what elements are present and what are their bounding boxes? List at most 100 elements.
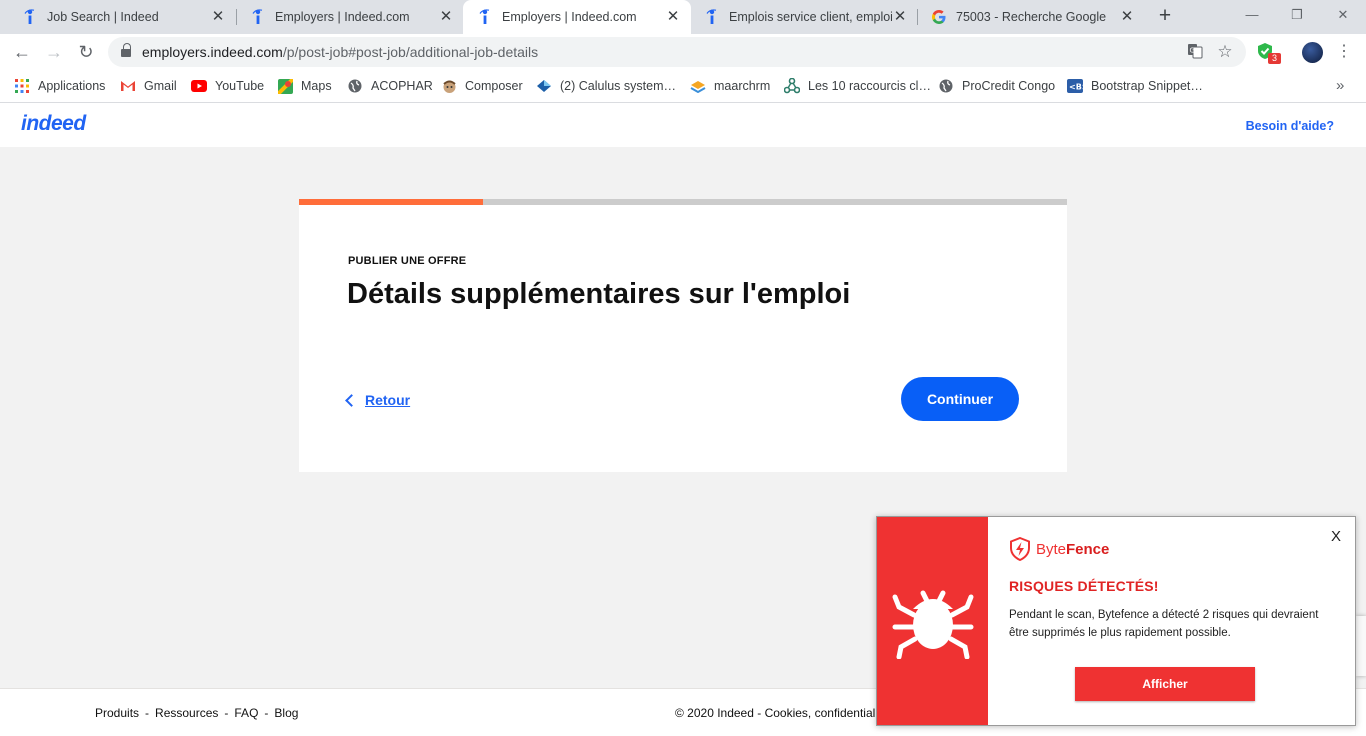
more-vert-icon[interactable]: ⋮	[1336, 41, 1352, 63]
indeed-icon	[477, 9, 493, 25]
indeed-logo[interactable]: indeed	[21, 112, 86, 136]
minimize-icon[interactable]: —	[1240, 4, 1264, 26]
popup-close-button[interactable]: X	[1329, 528, 1343, 545]
bytefence-popup: X ByteFence RISQUES DÉTECTÉS! Pendant le…	[876, 516, 1356, 726]
bookmark-acophar[interactable]: ACOPHAR	[347, 76, 433, 96]
forward-arrow-icon[interactable]: →	[42, 41, 66, 63]
browser-tab[interactable]: Employers | Indeed.com ✕	[236, 0, 464, 34]
maarch-icon	[690, 78, 706, 94]
bookmark-maps[interactable]: Maps	[277, 76, 332, 96]
indeed-icon	[22, 9, 38, 25]
window-close-icon[interactable]: ✕	[1331, 4, 1355, 26]
footer-link-produits[interactable]: Produits	[95, 706, 139, 720]
close-icon[interactable]: ✕	[665, 9, 681, 25]
translate-icon[interactable]: G	[1186, 43, 1204, 61]
lock-icon	[121, 43, 131, 58]
extension-badge: 3	[1268, 53, 1281, 64]
browser-toolbar: ← → ↻ employers.indeed.com/p/post-job#po…	[0, 34, 1366, 70]
popup-title: RISQUES DÉTECTÉS!	[1009, 578, 1159, 594]
google-icon	[931, 9, 947, 25]
browser-tab-strip: Job Search | Indeed ✕ Employers | Indeed…	[0, 0, 1366, 34]
bookmark-applications[interactable]: Applications	[14, 76, 105, 96]
bookmark-procredit[interactable]: ProCredit Congo	[938, 76, 1055, 96]
bookmark-calculus[interactable]: (2) Calulus system…	[536, 76, 676, 96]
network-icon	[784, 78, 800, 94]
browser-tab-active[interactable]: Employers | Indeed.com ✕	[463, 0, 691, 34]
bookmark-label: (2) Calulus system…	[560, 79, 676, 93]
bookmark-label: maarchrm	[714, 79, 771, 93]
avatar[interactable]	[1302, 42, 1323, 63]
post-job-card: PUBLIER UNE OFFRE Détails supplémentaire…	[299, 199, 1067, 472]
bookmark-label: Bootstrap Snippet…	[1091, 79, 1203, 93]
bookmark-composer[interactable]: Composer	[441, 76, 523, 96]
reload-icon[interactable]: ↻	[74, 41, 98, 63]
bookmark-gmail[interactable]: Gmail	[120, 76, 177, 96]
bookmark-label: Maps	[301, 79, 332, 93]
close-icon[interactable]: ✕	[210, 9, 226, 25]
lightning-shield-icon	[1010, 537, 1030, 561]
browser-tab[interactable]: 75003 - Recherche Google ✕	[917, 0, 1145, 34]
bookmark-star-icon[interactable]: ☆	[1216, 43, 1234, 61]
apps-grid-icon	[14, 78, 30, 94]
restore-icon[interactable]: ❐	[1285, 4, 1309, 26]
bytefence-wordmark: ByteFence	[1036, 540, 1110, 558]
tab-title: Employers | Indeed.com	[275, 10, 410, 24]
bookmark-label: Les 10 raccourcis cl…	[808, 79, 931, 93]
progress-bar-fill	[299, 199, 484, 205]
recaptcha-badge[interactable]	[1356, 616, 1366, 676]
bookmark-label: ProCredit Congo	[962, 79, 1056, 93]
back-link-label: Retour	[365, 392, 411, 408]
indeed-icon	[704, 9, 720, 25]
bookmarks-overflow-icon[interactable]: »	[1336, 77, 1344, 94]
globe-icon	[347, 78, 363, 94]
maps-icon	[277, 78, 293, 94]
continue-button[interactable]: Continuer	[901, 377, 1019, 421]
page-eyebrow: PUBLIER UNE OFFRE	[348, 255, 467, 267]
gmail-icon	[120, 78, 136, 94]
afficher-button[interactable]: Afficher	[1075, 667, 1255, 701]
bookmark-label: ACOPHAR	[371, 79, 433, 93]
browser-tab[interactable]: Job Search | Indeed ✕	[8, 0, 236, 34]
address-bar[interactable]: employers.indeed.com/p/post-job#post-job…	[108, 37, 1246, 67]
indeed-icon	[250, 9, 266, 25]
close-icon[interactable]: ✕	[438, 9, 454, 25]
bookmark-label: Composer	[465, 79, 523, 93]
page-title: Détails supplémentaires sur l'emploi	[347, 278, 851, 310]
footer-links: Produits - Ressources - FAQ - Blog	[95, 706, 299, 720]
back-link[interactable]: Retour	[345, 392, 411, 408]
close-icon[interactable]: ✕	[1119, 9, 1135, 25]
tab-title: 75003 - Recherche Google	[956, 10, 1107, 24]
bookmark-label: YouTube	[215, 79, 265, 93]
bookmark-raccourcis[interactable]: Les 10 raccourcis cl…	[784, 76, 931, 96]
calculus-icon	[536, 78, 552, 94]
svg-text:G: G	[1190, 47, 1195, 55]
chevron-left-icon	[345, 394, 358, 407]
svg-text:<B>: <B>	[1069, 83, 1083, 92]
copyright-text: © 2020 Indeed - Cookies, confidentiali	[675, 706, 878, 720]
footer-link-ressources[interactable]: Ressources	[155, 706, 218, 720]
tab-title: Job Search | Indeed	[47, 10, 159, 24]
bookmark-youtube[interactable]: YouTube	[191, 76, 264, 96]
tab-title: Employers | Indeed.com	[502, 10, 637, 24]
footer-link-faq[interactable]: FAQ	[234, 706, 258, 720]
progress-bar	[299, 199, 1067, 205]
bookmark-label: Gmail	[144, 79, 177, 93]
url-text: employers.indeed.com/p/post-job#post-job…	[142, 44, 539, 60]
popup-message: Pendant le scan, Bytefence a détecté 2 r…	[1009, 609, 1319, 639]
bytefence-logo: ByteFence	[1009, 537, 1109, 561]
back-arrow-icon[interactable]: ←	[10, 41, 34, 63]
help-link[interactable]: Besoin d'aide?	[1246, 119, 1334, 133]
bug-icon	[892, 590, 974, 659]
new-tab-plus-icon[interactable]: +	[1154, 5, 1176, 27]
close-icon[interactable]: ✕	[892, 9, 908, 25]
bookmark-bootstrap[interactable]: <B> Bootstrap Snippet…	[1067, 76, 1203, 96]
site-header: indeed Besoin d'aide?	[0, 103, 1366, 147]
browser-tab[interactable]: Emplois service client, emploi | ✕	[690, 0, 918, 34]
bookmark-maarchrm[interactable]: maarchrm	[690, 76, 770, 96]
bookmarks-bar: Applications Gmail YouTube Maps ACOPHAR …	[0, 70, 1366, 103]
youtube-icon	[191, 78, 207, 94]
globe-icon	[938, 78, 954, 94]
footer-link-blog[interactable]: Blog	[274, 706, 298, 720]
tab-title: Emplois service client, emploi |	[729, 10, 892, 24]
bookmark-label: Applications	[38, 79, 106, 93]
